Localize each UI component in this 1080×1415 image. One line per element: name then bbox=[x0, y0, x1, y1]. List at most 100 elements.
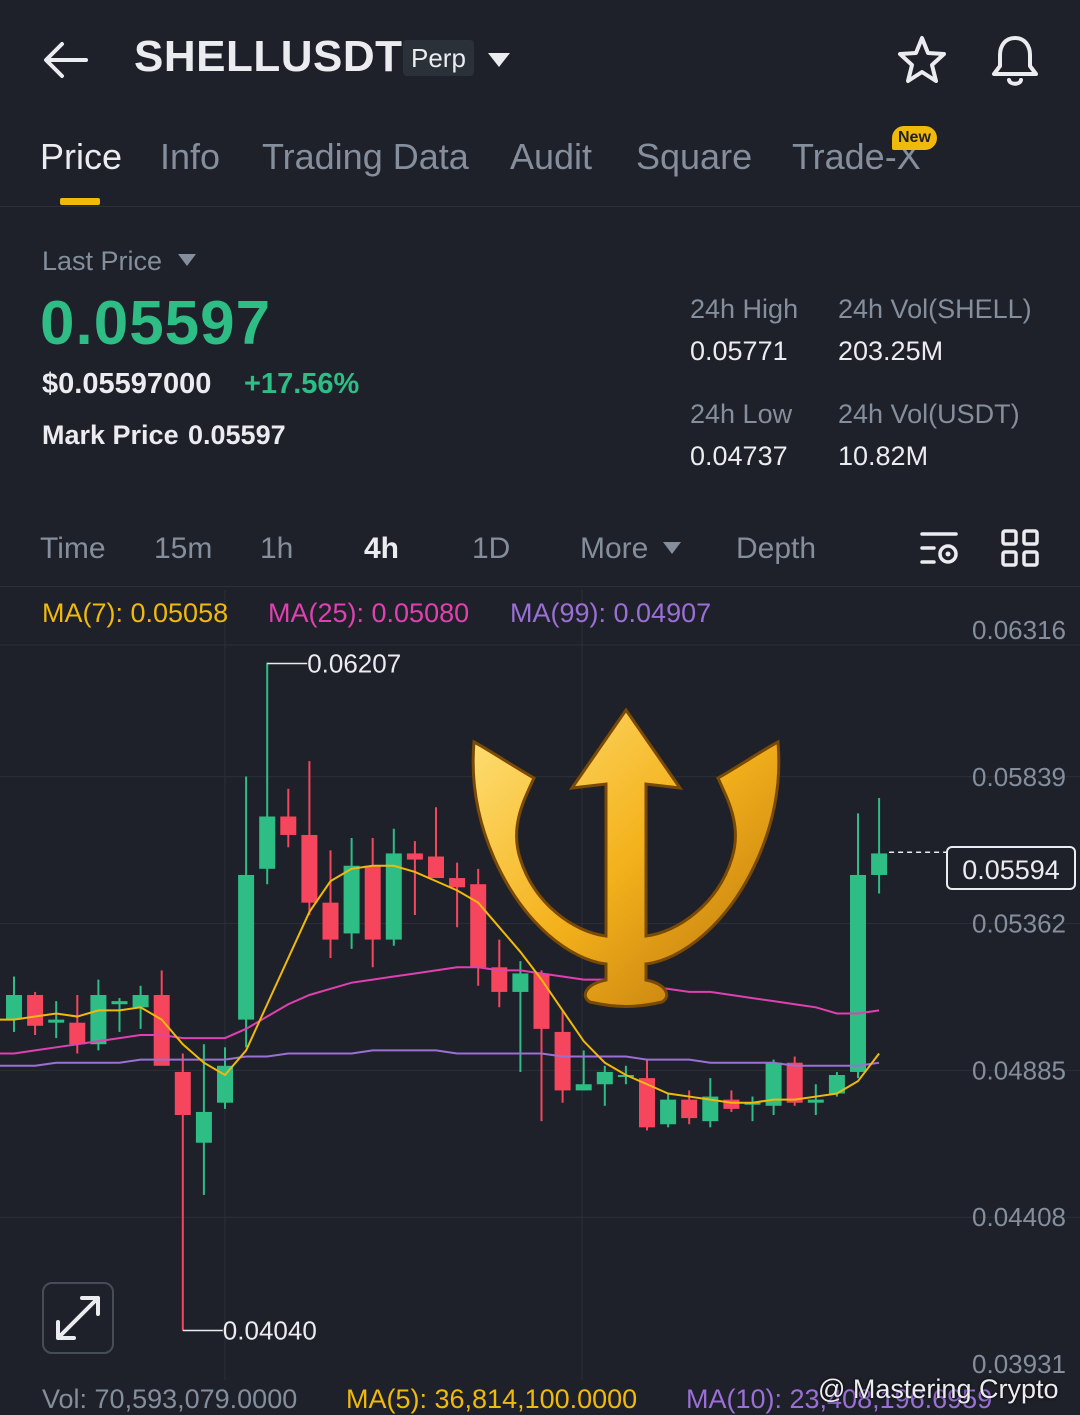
candle bbox=[660, 1093, 677, 1128]
candle-body bbox=[153, 994, 170, 1066]
y-tick-label: 0.04885 bbox=[972, 1055, 1066, 1085]
interval-1d[interactable]: 1D bbox=[472, 532, 510, 566]
candle-body bbox=[301, 834, 318, 903]
mark-price-value: 0.05597 bbox=[188, 420, 286, 450]
back-arrow-icon[interactable] bbox=[42, 40, 88, 80]
vol-shell-label: 24h Vol(SHELL) bbox=[838, 294, 1032, 324]
ma7-legend: MA(7): 0.05058 bbox=[42, 598, 229, 628]
chart-settings-icon[interactable] bbox=[918, 528, 960, 568]
price-axis: 0.063160.058390.053620.048850.044080.039… bbox=[972, 615, 1066, 1379]
volume-ma5-legend: MA(5): 36,814,100.0000 bbox=[346, 1384, 638, 1414]
candle-body bbox=[575, 1084, 592, 1091]
symbol-title[interactable]: SHELLUSDT bbox=[134, 32, 403, 82]
interval-more[interactable]: More bbox=[580, 532, 648, 566]
candle-body bbox=[554, 1031, 571, 1091]
candle bbox=[301, 761, 318, 915]
new-badge: New bbox=[892, 126, 937, 150]
tab-audit[interactable]: Audit bbox=[510, 136, 592, 178]
candle-body bbox=[871, 853, 888, 875]
candle-body bbox=[90, 994, 107, 1045]
candle bbox=[702, 1078, 719, 1128]
candle bbox=[238, 776, 255, 1048]
candle-body bbox=[343, 865, 360, 934]
candle bbox=[111, 998, 128, 1032]
candle-body bbox=[259, 816, 276, 869]
candle bbox=[385, 828, 402, 946]
last-price-value: 0.05597 bbox=[40, 289, 272, 358]
interval-depth[interactable]: Depth bbox=[736, 532, 816, 566]
y-tick-label: 0.06316 bbox=[972, 615, 1066, 645]
expand-icon bbox=[56, 1296, 100, 1340]
watermark: @ Mastering Crypto bbox=[818, 1374, 1059, 1404]
candle bbox=[406, 841, 423, 915]
candle bbox=[174, 1053, 191, 1331]
candle bbox=[765, 1059, 782, 1116]
trident-icon bbox=[471, 708, 781, 1008]
tab-square[interactable]: Square bbox=[636, 136, 752, 178]
candle-body bbox=[6, 994, 22, 1020]
caret-down-icon[interactable] bbox=[176, 252, 198, 268]
candle-body bbox=[807, 1099, 824, 1103]
perp-badge: Perp bbox=[403, 40, 474, 76]
vol-usdt-label: 24h Vol(USDT) bbox=[838, 399, 1020, 429]
y-tick-label: 0.05362 bbox=[972, 909, 1066, 939]
candle-body bbox=[786, 1062, 803, 1103]
interval-time[interactable]: Time bbox=[40, 532, 106, 566]
candle-body bbox=[280, 816, 297, 835]
interval-4h[interactable]: 4h bbox=[364, 532, 399, 566]
vol-shell-value: 203.25M bbox=[838, 336, 944, 366]
last-price-label[interactable]: Last Price bbox=[42, 246, 162, 277]
price-change-percent: +17.56% bbox=[244, 368, 360, 400]
candle bbox=[217, 1047, 233, 1109]
candle bbox=[364, 838, 381, 968]
candle bbox=[596, 1065, 613, 1106]
candle bbox=[744, 1096, 761, 1122]
y-tick-label: 0.04408 bbox=[972, 1202, 1066, 1232]
candle-body bbox=[111, 1001, 128, 1005]
low-annotation: 0.04040 bbox=[223, 1315, 317, 1345]
interval-15m[interactable]: 15m bbox=[154, 532, 212, 566]
candle-body bbox=[449, 878, 466, 888]
grid-layout-icon[interactable] bbox=[1000, 528, 1040, 568]
active-tab-indicator bbox=[60, 198, 100, 205]
candle bbox=[850, 813, 866, 1079]
candle-body bbox=[174, 1071, 191, 1116]
candle bbox=[27, 991, 44, 1036]
divider bbox=[0, 206, 1080, 207]
candle-body bbox=[48, 1019, 65, 1023]
usd-price: $0.05597000 bbox=[42, 368, 212, 400]
candle-body bbox=[364, 865, 381, 940]
star-icon[interactable] bbox=[896, 34, 948, 86]
ma99-legend: MA(99): 0.04907 bbox=[510, 598, 712, 628]
candle bbox=[153, 970, 170, 1066]
candle bbox=[322, 850, 339, 959]
volume-legend: Vol: 70,593,079.0000 bbox=[42, 1384, 298, 1414]
candle bbox=[449, 862, 466, 928]
tab-info[interactable]: Info bbox=[160, 136, 220, 178]
candle-body bbox=[132, 994, 149, 1008]
candle bbox=[259, 662, 276, 885]
candle bbox=[48, 1001, 65, 1039]
bell-icon[interactable] bbox=[988, 32, 1042, 88]
candle-body bbox=[681, 1099, 698, 1119]
tab-trading-data[interactable]: Trading Data bbox=[262, 136, 469, 178]
candle bbox=[343, 838, 360, 949]
candle-body bbox=[850, 874, 866, 1072]
candle-body bbox=[238, 874, 255, 1020]
candle-body bbox=[27, 994, 44, 1026]
candle bbox=[807, 1084, 824, 1116]
more-caret-icon[interactable] bbox=[662, 540, 682, 556]
high-annotation: 0.06207 bbox=[307, 649, 401, 679]
candle-body bbox=[406, 853, 423, 860]
candle-body bbox=[596, 1071, 613, 1085]
dropdown-caret-icon[interactable] bbox=[486, 50, 512, 70]
ma99-line bbox=[0, 1049, 880, 1067]
vol-usdt-value: 10.82M bbox=[838, 441, 929, 471]
expand-chart-button[interactable] bbox=[42, 1282, 114, 1354]
interval-1h[interactable]: 1h bbox=[260, 532, 293, 566]
candle bbox=[871, 798, 888, 894]
candle bbox=[428, 807, 444, 879]
candle-body bbox=[428, 856, 444, 879]
low-24h-label: 24h Low bbox=[690, 399, 793, 429]
tab-price[interactable]: Price bbox=[40, 136, 122, 178]
